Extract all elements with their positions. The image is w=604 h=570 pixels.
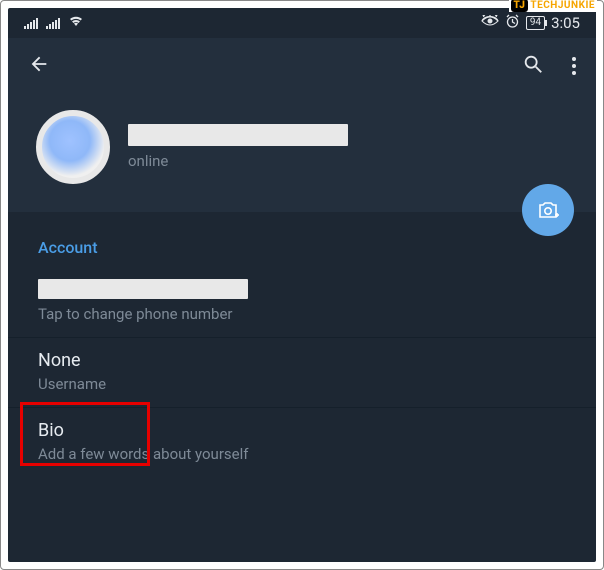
app-bar-actions xyxy=(522,53,576,79)
watermark: TJ TECHJUNKIE xyxy=(509,0,597,12)
status-bar-left xyxy=(24,15,84,31)
status-bar: 94 3:05 xyxy=(8,8,596,38)
signal-icon-2 xyxy=(46,17,60,29)
outer-frame: TJ TECHJUNKIE 94 3:05 xyxy=(0,0,604,570)
profile-header: online xyxy=(8,94,596,212)
battery-indicator: 94 xyxy=(526,16,545,30)
arrow-left-icon xyxy=(28,53,50,75)
username-desc: Username xyxy=(38,375,566,393)
more-button[interactable] xyxy=(572,57,576,75)
phone-screen: 94 3:05 online xyxy=(8,8,596,562)
username-value: None xyxy=(38,350,566,371)
section-header-account: Account xyxy=(8,212,596,267)
back-button[interactable] xyxy=(28,53,50,79)
bio-label: Bio xyxy=(38,420,566,441)
phone-number-row[interactable]: Tap to change phone number xyxy=(8,267,596,338)
avatar[interactable] xyxy=(36,110,110,184)
signal-icon xyxy=(24,17,38,29)
settings-list: Tap to change phone number None Username… xyxy=(8,267,596,477)
status-bar-right: 94 3:05 xyxy=(481,14,580,33)
username-row[interactable]: None Username xyxy=(8,338,596,408)
online-status: online xyxy=(128,152,348,170)
profile-name-redacted xyxy=(128,124,348,146)
alarm-icon xyxy=(505,14,520,33)
clock-time: 3:05 xyxy=(551,14,580,32)
wifi-icon xyxy=(68,15,84,31)
more-vert-icon xyxy=(572,57,576,75)
app-bar xyxy=(8,38,596,94)
camera-plus-icon xyxy=(536,198,560,222)
phone-desc: Tap to change phone number xyxy=(38,305,566,323)
bio-desc: Add a few words about yourself xyxy=(38,445,566,463)
bio-row[interactable]: Bio Add a few words about yourself xyxy=(8,408,596,477)
watermark-badge: TJ xyxy=(511,0,529,12)
search-icon xyxy=(522,53,544,75)
watermark-text: TECHJUNKIE xyxy=(530,0,595,11)
search-button[interactable] xyxy=(522,53,544,79)
eye-icon xyxy=(481,15,499,31)
phone-value-redacted xyxy=(38,279,248,299)
set-photo-button[interactable] xyxy=(522,184,574,236)
